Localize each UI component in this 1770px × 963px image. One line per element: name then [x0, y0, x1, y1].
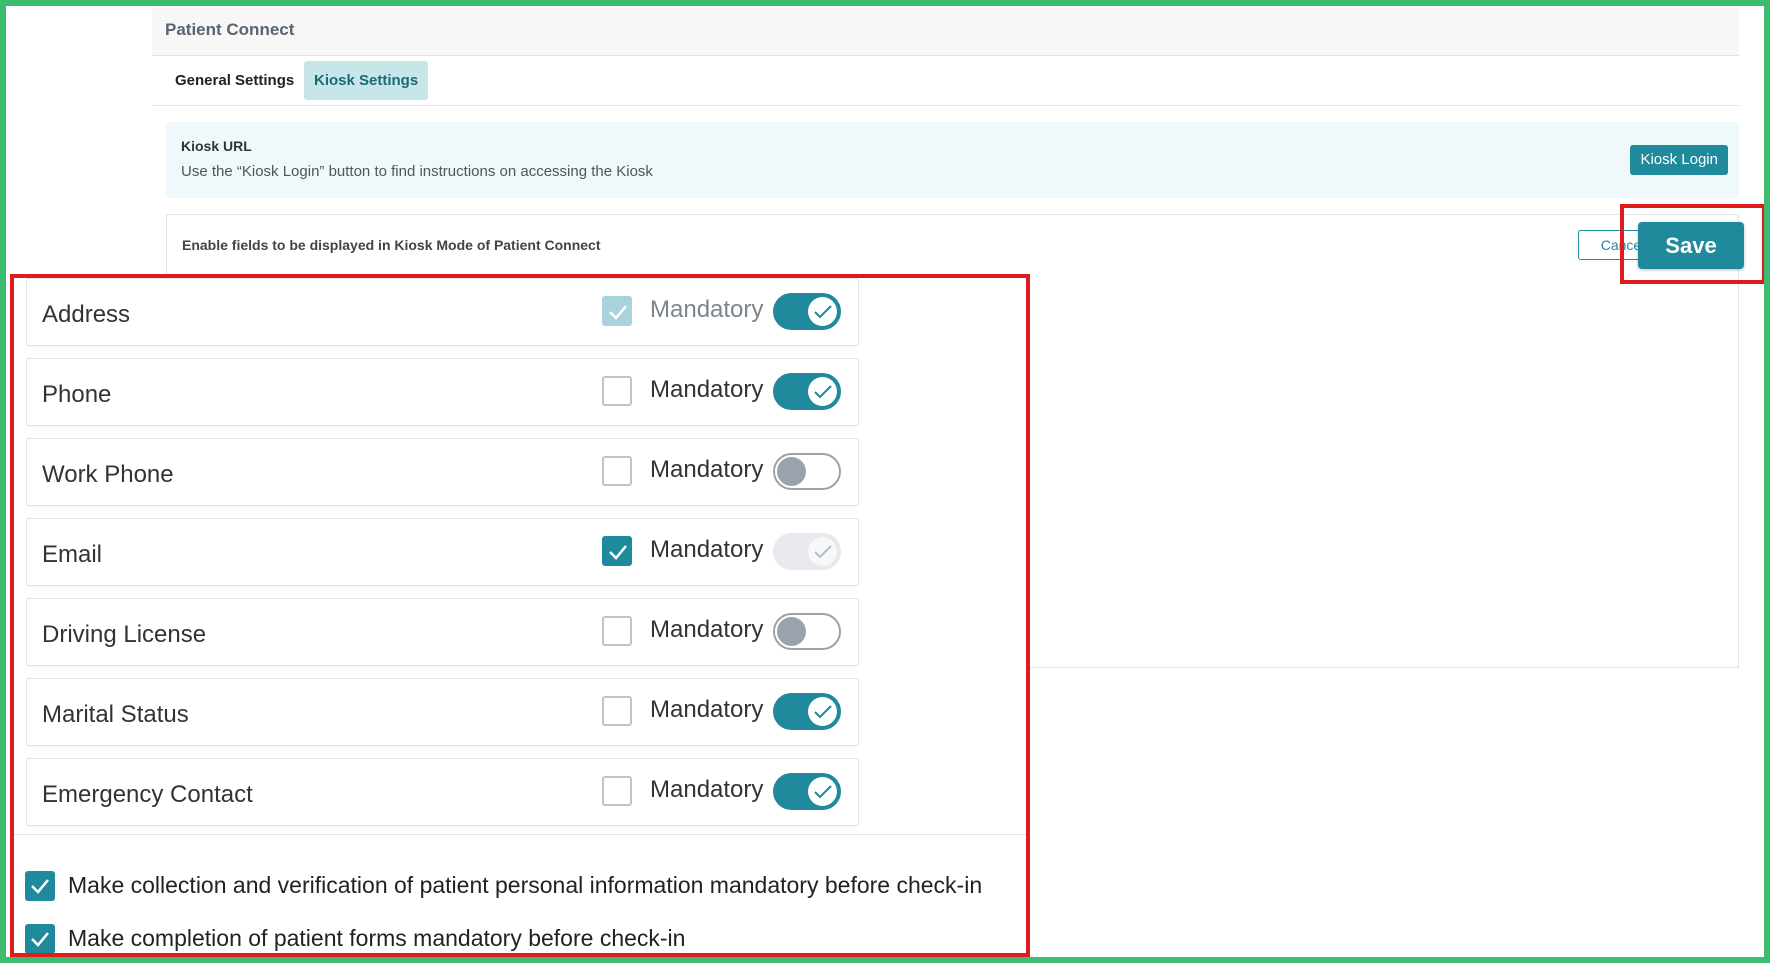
mandatory-checkbox[interactable] [602, 536, 632, 566]
option-checkbox[interactable] [25, 871, 55, 901]
field-row-marital-status: Marital Status Mandatory [26, 678, 859, 746]
option-label: Make collection and verification of pati… [68, 872, 983, 898]
field-label: Emergency Contact [42, 781, 253, 808]
toggle-knob [808, 777, 837, 806]
toggle-knob [777, 617, 806, 646]
kiosk-url-title: Kiosk URL [181, 138, 252, 154]
field-label: Address [42, 301, 131, 328]
toggle-knob [808, 297, 837, 326]
save-button[interactable]: Save [1638, 222, 1744, 269]
field-toggle[interactable] [773, 613, 841, 650]
mandatory-label: Mandatory [650, 456, 764, 483]
kiosk-fields-title: Enable fields to be displayed in Kiosk M… [182, 237, 601, 253]
mandatory-checkbox[interactable] [602, 696, 632, 726]
checkmark-icon [814, 705, 832, 719]
toggle-knob [808, 377, 837, 406]
field-label: Phone [42, 381, 112, 408]
field-label: Driving License [42, 621, 207, 648]
option-label: Make completion of patient forms mandato… [68, 925, 686, 951]
checkmark-icon [609, 545, 627, 560]
kiosk-url-description: Use the “Kiosk Login” button to find ins… [181, 163, 653, 180]
field-toggle[interactable] [773, 453, 841, 490]
zoomed-fields-callout: Address Mandatory Phone Mandatory Work P… [10, 274, 1030, 957]
checkmark-icon [31, 879, 49, 894]
tab-general-settings[interactable]: General Settings [165, 61, 304, 100]
checkmark-icon [814, 385, 832, 399]
field-label: Work Phone [42, 461, 174, 488]
field-row-phone: Phone Mandatory [26, 358, 859, 426]
field-toggle[interactable] [773, 293, 841, 330]
mandatory-label: Mandatory [650, 776, 764, 803]
mandatory-checkbox[interactable] [602, 296, 632, 326]
field-row-emergency-contact: Emergency Contact Mandatory [26, 758, 859, 826]
checkmark-icon [31, 932, 49, 947]
mandatory-label: Mandatory [650, 616, 764, 643]
checkmark-icon [814, 545, 832, 559]
toggle-knob [777, 457, 806, 486]
mandatory-label: Mandatory [650, 296, 764, 323]
page-header: Patient Connect [152, 8, 1739, 56]
mandatory-label: Mandatory [650, 696, 764, 723]
mandatory-checkbox[interactable] [602, 376, 632, 406]
field-row-driving-license: Driving License Mandatory [26, 598, 859, 666]
field-label: Email [42, 541, 103, 568]
page-title: Patient Connect [165, 20, 295, 39]
kiosk-url-panel: Kiosk URL Use the “Kiosk Login” button t… [166, 122, 1739, 198]
checkmark-icon [814, 305, 832, 319]
field-toggle[interactable] [773, 693, 841, 730]
mandatory-checkbox[interactable] [602, 616, 632, 646]
mandatory-label: Mandatory [650, 536, 764, 563]
field-toggle[interactable] [773, 773, 841, 810]
field-row-work-phone: Work Phone Mandatory [26, 438, 859, 506]
tab-kiosk-settings[interactable]: Kiosk Settings [304, 61, 429, 100]
checkmark-icon [609, 305, 627, 320]
field-row-address: Address Mandatory [26, 278, 859, 346]
kiosk-login-button[interactable]: Kiosk Login [1630, 145, 1728, 175]
field-label: Marital Status [42, 701, 189, 728]
field-row-email: Email Mandatory [26, 518, 859, 586]
field-toggle[interactable] [773, 373, 841, 410]
divider [14, 834, 1026, 835]
mandatory-checkbox[interactable] [602, 776, 632, 806]
checkmark-icon [814, 785, 832, 799]
toggle-knob [808, 537, 837, 566]
toggle-knob [808, 697, 837, 726]
tab-bar: General Settings Kiosk Settings [152, 56, 1739, 106]
field-toggle [773, 533, 841, 570]
option-checkbox[interactable] [25, 924, 55, 953]
mandatory-label: Mandatory [650, 376, 764, 403]
mandatory-checkbox[interactable] [602, 456, 632, 486]
